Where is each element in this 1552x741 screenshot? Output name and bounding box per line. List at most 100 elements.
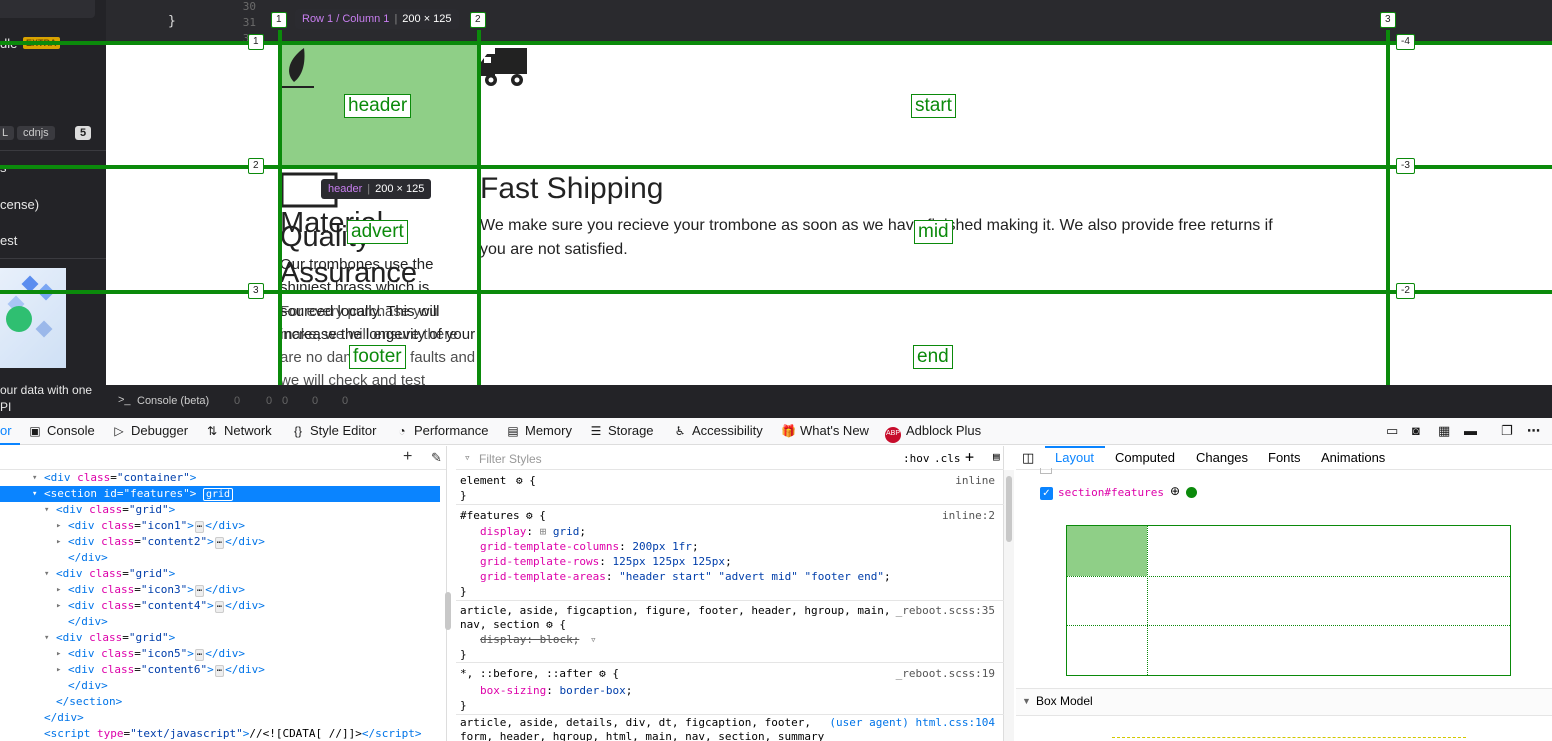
markup-node[interactable]: ▾ <div class="grid">: [0, 566, 440, 582]
grid-checkbox[interactable]: ✓: [1040, 487, 1053, 500]
grid-checkbox-cut[interactable]: [1040, 468, 1052, 474]
tag-l[interactable]: L: [0, 126, 15, 140]
tab-animations[interactable]: Animations: [1321, 450, 1385, 465]
tab-layout[interactable]: Layout: [1055, 450, 1094, 465]
rules-scrollbar[interactable]: [1004, 470, 1014, 741]
markup-node[interactable]: </div>: [0, 678, 440, 694]
sidebar-toggle-icon[interactable]: ◫: [1022, 450, 1034, 466]
grid-line-label: 1: [248, 34, 264, 50]
rulers-icon[interactable]: ▦: [1438, 423, 1450, 439]
markup-node[interactable]: ▸ <div class="content6"> ⋯ </div>: [0, 662, 440, 678]
debugger-icon: ▷: [114, 424, 124, 438]
tab-inspector[interactable]: or: [0, 423, 12, 438]
eyedropper-icon[interactable]: ✎: [431, 450, 442, 466]
log-count: 0: [282, 395, 289, 407]
overridden-declaration[interactable]: display: block;: [480, 633, 579, 646]
tab-changes[interactable]: Changes: [1196, 450, 1248, 465]
markup-node[interactable]: </div>: [0, 710, 440, 726]
network-icon: ⇅: [206, 424, 218, 438]
declaration[interactable]: grid-template-columns: 200px 1fr;: [480, 540, 699, 553]
declaration[interactable]: grid-template-rows: 125px 125px 125px;: [480, 555, 732, 568]
sidebar-input[interactable]: [0, 0, 95, 18]
ad-image[interactable]: [0, 268, 66, 368]
markup-node[interactable]: </div>: [0, 550, 440, 566]
element-source[interactable]: inline: [955, 474, 995, 487]
markup-panel: + ✎ ▾ <div class="container"> ▾ <section id…: [0, 446, 447, 741]
markup-scrollbar[interactable]: [445, 592, 451, 630]
gear-icon[interactable]: ⚙ {: [516, 474, 536, 487]
dock-icon[interactable]: ❐: [1501, 423, 1513, 439]
split-console-bar[interactable]: >_ Console (beta) 0 0 0 0 0: [106, 385, 1552, 418]
markup-node[interactable]: <script type="text/javascript">//<![CDAT…: [0, 726, 440, 741]
markup-node[interactable]: ▸ <div class="content4"> ⋯ </div>: [0, 598, 440, 614]
assurance-text: For every purchase you make, we will ens…: [280, 303, 476, 386]
markup-node[interactable]: ▾ <div class="grid">: [0, 502, 440, 518]
console-label: Console (beta): [137, 395, 210, 407]
tab-console[interactable]: ▣ Console: [28, 423, 94, 438]
more-options-icon[interactable]: ⋯: [1527, 423, 1540, 439]
hov-toggle[interactable]: :hov: [903, 452, 930, 465]
reboot-source[interactable]: _reboot.scss:35: [896, 604, 995, 617]
split-console-icon[interactable]: ▭: [1386, 423, 1398, 439]
grid-outline: [1066, 525, 1511, 676]
tab-debugger[interactable]: ▷ Debugger: [112, 423, 188, 438]
features-source[interactable]: inline:2: [942, 509, 995, 522]
site-sidebar: dle EXTRA L cdnjs 5 s cense) est our dat…: [0, 0, 106, 418]
ad-text[interactable]: PI: [0, 400, 11, 414]
grid-outline-header-cell[interactable]: [1067, 526, 1147, 576]
tab-accessibility[interactable]: ♿ Accessibility: [673, 423, 763, 438]
measure-icon[interactable]: ▬: [1464, 423, 1477, 438]
markup-node[interactable]: ▸ <div class="icon5"> ⋯ </div>: [0, 646, 440, 662]
tab-whats-new[interactable]: 🎁 What's New: [781, 423, 869, 438]
markup-node[interactable]: ▾ <div class="grid">: [0, 630, 440, 646]
filter-styles-input[interactable]: Filter Styles: [479, 452, 542, 466]
star-source[interactable]: _reboot.scss:19: [896, 667, 995, 680]
grid-line-label: 1: [271, 12, 287, 28]
tab-computed[interactable]: Computed: [1115, 450, 1175, 465]
tab-storage[interactable]: ☰ Storage: [589, 423, 654, 438]
rules-panel: ▿ Filter Styles :hov .cls + ▤ element ⚙ …: [456, 446, 1004, 741]
add-node-icon[interactable]: +: [403, 448, 412, 466]
sidebar-link[interactable]: est: [0, 233, 17, 248]
feather-icon: [280, 48, 314, 88]
tab-fonts[interactable]: Fonts: [1268, 450, 1301, 465]
markup-node[interactable]: </section>: [0, 694, 440, 710]
chevron-down-icon[interactable]: ▼: [1022, 696, 1031, 706]
markup-node[interactable]: ▸ <div class="icon1"> ⋯ </div>: [0, 518, 440, 534]
ua-source[interactable]: (user agent) html.css:104: [829, 716, 995, 729]
devtools-toolbar: or ▣ Console ▷ Debugger ⇅ Network {} Style E…: [0, 418, 1552, 445]
declaration[interactable]: display: ⊞ grid;: [480, 525, 586, 538]
filter-icon[interactable]: ▿: [590, 633, 597, 646]
tab-network[interactable]: ⇅ Network: [205, 423, 272, 438]
tab-performance[interactable]: ◔ Performance: [395, 423, 488, 438]
sidebar-link[interactable]: cense): [0, 197, 39, 212]
markup-node[interactable]: ▸ <div class="content2"> ⋯ </div>: [0, 534, 440, 550]
markup-node[interactable]: </div>: [0, 614, 440, 630]
ad-text[interactable]: our data with one: [0, 383, 92, 397]
console-icon: ▣: [29, 424, 41, 438]
rule-close: }: [460, 489, 467, 502]
area-label-footer: footer: [349, 345, 406, 369]
line-number: 31: [242, 16, 256, 29]
selected-node[interactable]: ▾ <section id="features"> grid: [0, 486, 440, 502]
tab-style-editor[interactable]: {} Style Editor: [291, 423, 377, 438]
add-rule-icon[interactable]: +: [965, 448, 974, 466]
declaration[interactable]: grid-template-areas: "header start" "adv…: [480, 570, 891, 583]
error-count: 0: [234, 395, 241, 407]
screenshot-icon[interactable]: ◙: [1412, 423, 1420, 438]
cls-toggle[interactable]: .cls: [934, 452, 961, 465]
tab-memory[interactable]: ▤ Memory: [506, 423, 572, 438]
box-model-header[interactable]: Box Model: [1036, 694, 1093, 708]
markup-node[interactable]: ▸ <div class="icon3"> ⋯ </div>: [0, 582, 440, 598]
target-icon[interactable]: ⊕: [1170, 484, 1180, 498]
grid-column-line: [278, 30, 282, 418]
divider: [0, 258, 106, 259]
tag-cdnjs[interactable]: cdnjs: [17, 126, 55, 140]
declaration[interactable]: box-sizing: border-box;: [480, 684, 632, 697]
tab-adblock-plus[interactable]: ABP Adblock Plus: [885, 423, 981, 443]
markup-node[interactable]: ▾ <div class="container">: [0, 470, 440, 486]
gear-icon[interactable]: ⚙ {: [526, 509, 546, 522]
grid-color-swatch[interactable]: [1186, 487, 1197, 498]
warning-count: 0: [266, 395, 273, 407]
print-media-icon[interactable]: ▤: [993, 450, 1000, 463]
